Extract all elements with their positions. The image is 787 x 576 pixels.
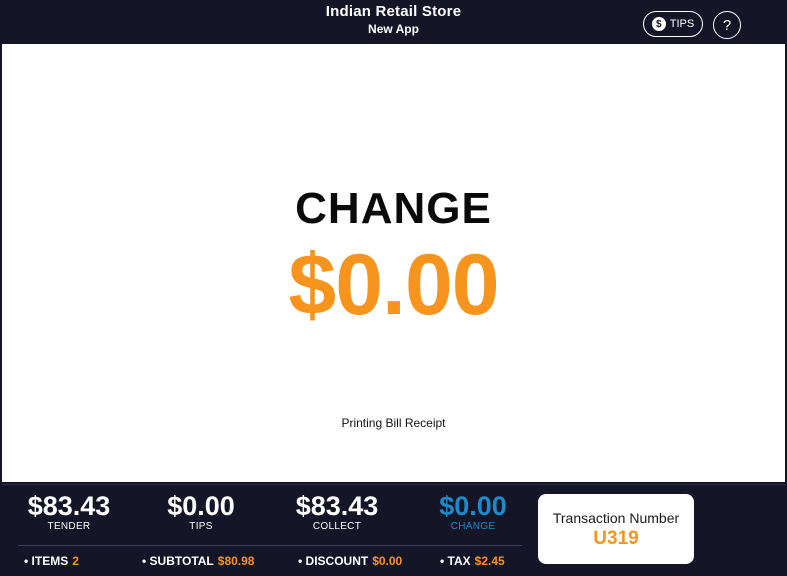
change-amount: $0.00: [288, 237, 499, 333]
change-stat-label: CHANGE: [450, 521, 496, 532]
collect-stat: $83.43 COLLECT: [288, 491, 386, 533]
dollar-icon: $: [651, 17, 666, 31]
items-label: • ITEMS: [24, 554, 69, 568]
collect-value: $83.43: [295, 491, 379, 521]
tips-label: TIPS: [189, 521, 213, 532]
discount-summary: • DISCOUNT $0.00: [298, 554, 402, 568]
tender-value: $83.43: [27, 491, 111, 521]
tips-button-label: TIPS: [669, 18, 695, 30]
payment-summary-bar: $83.43 TENDER $0.00 TIPS $83.43 COLLECT …: [2, 484, 785, 575]
change-panel: CHANGE $0.00 Printing Bill Receipt: [2, 44, 785, 482]
subtotal-value: $80.98: [217, 554, 255, 568]
help-button[interactable]: ?: [713, 11, 741, 39]
change-stat: $0.00 CHANGE: [428, 491, 518, 533]
subtotal-summary: • SUBTOTAL $80.98: [142, 554, 254, 568]
change-value: $0.00: [439, 491, 507, 521]
tips-stat: $0.00 TIPS: [156, 491, 246, 533]
question-mark-icon: ?: [722, 16, 732, 34]
tender-label: TENDER: [47, 521, 91, 532]
summary-divider: [18, 545, 522, 546]
transaction-card: Transaction Number U319: [538, 494, 694, 564]
printing-status: Printing Bill Receipt: [341, 416, 446, 430]
discount-value: $0.00: [372, 554, 403, 568]
change-heading: CHANGE: [295, 184, 492, 233]
items-count: 2: [72, 554, 79, 568]
tips-button[interactable]: $ TIPS: [643, 11, 703, 37]
tax-value: $2.45: [474, 554, 505, 568]
transaction-number: U319: [593, 528, 639, 549]
discount-label: • DISCOUNT: [298, 554, 369, 568]
tender-stat: $83.43 TENDER: [20, 491, 118, 533]
top-bar: Indian Retail Store New App $ TIPS ?: [0, 0, 787, 44]
subtotal-label: • SUBTOTAL: [142, 554, 214, 568]
tax-label: • TAX: [440, 554, 471, 568]
items-summary: • ITEMS 2: [24, 554, 79, 568]
collect-label: COLLECT: [312, 521, 362, 532]
transaction-title: Transaction Number: [552, 510, 680, 526]
tax-summary: • TAX $2.45: [440, 554, 505, 568]
tips-value: $0.00: [167, 491, 235, 521]
